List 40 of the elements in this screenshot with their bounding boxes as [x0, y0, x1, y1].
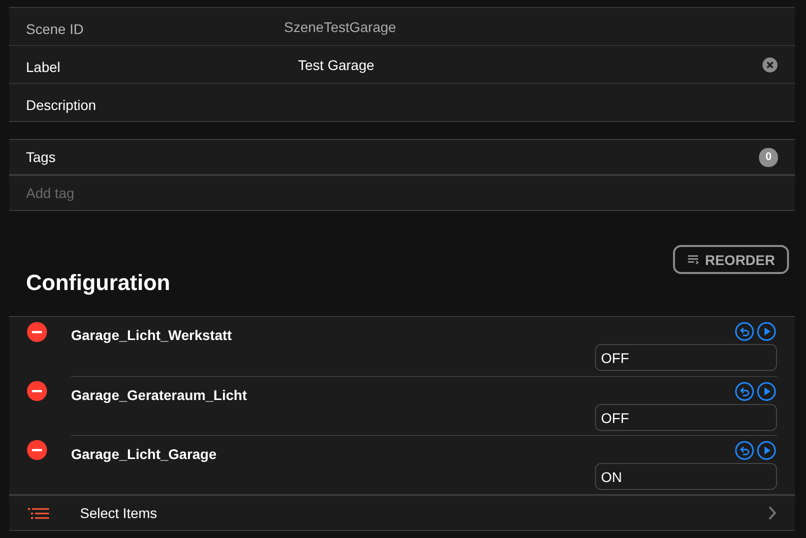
- remove-button[interactable]: [27, 381, 47, 401]
- remove-button[interactable]: [27, 322, 47, 342]
- play-icon: [757, 322, 776, 341]
- item-name: Garage_Licht_Garage: [71, 446, 217, 464]
- section-label: Tags: [26, 149, 57, 165]
- reorder-button[interactable]: REORDER: [672, 245, 789, 274]
- minus-icon: [27, 322, 47, 342]
- clear-icon: [762, 56, 778, 72]
- revert-button[interactable]: [735, 322, 754, 341]
- field-label: Description: [26, 96, 98, 112]
- select-items-label: Select Items: [80, 505, 158, 521]
- state-field[interactable]: ON: [595, 463, 777, 490]
- field-value: SzeneTestGarage: [284, 18, 396, 34]
- undo-icon: [735, 382, 754, 401]
- item-name: Garage_Licht_Werkstatt: [71, 327, 232, 345]
- undo-icon: [735, 322, 754, 341]
- play-button[interactable]: [757, 322, 776, 341]
- field-label: Scene ID: [26, 20, 85, 36]
- state-field[interactable]: OFF: [595, 404, 777, 431]
- field-label: Label: [26, 58, 62, 74]
- select-items-row[interactable]: Select Items: [9, 494, 795, 530]
- clear-button[interactable]: [762, 56, 778, 72]
- revert-button[interactable]: [735, 441, 754, 460]
- minus-icon: [27, 440, 47, 460]
- chevron-right-icon: [768, 506, 777, 520]
- minus-icon: [27, 381, 47, 401]
- tag-count: 0: [759, 148, 778, 166]
- play-icon: [757, 441, 776, 460]
- play-button[interactable]: [757, 441, 776, 460]
- remove-button[interactable]: [27, 440, 47, 460]
- item-name: Garage_Gerateraum_Licht: [71, 387, 247, 405]
- input-field[interactable]: Add tag: [26, 185, 778, 201]
- undo-icon: [735, 441, 754, 460]
- input-field[interactable]: Test Garage: [298, 54, 762, 74]
- section-title: Configuration: [26, 270, 170, 296]
- reorder-icon: [686, 254, 699, 265]
- play-button[interactable]: [757, 382, 776, 401]
- state-field[interactable]: OFF: [595, 344, 777, 371]
- play-icon: [757, 382, 776, 401]
- revert-button[interactable]: [735, 382, 754, 401]
